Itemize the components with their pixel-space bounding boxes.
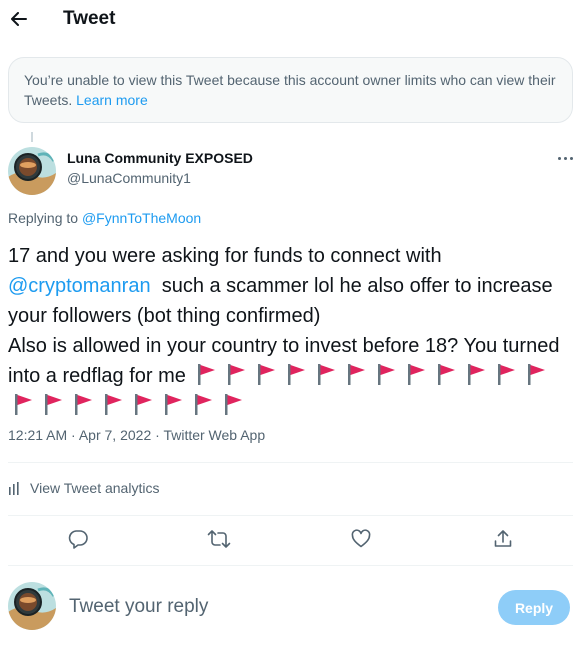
red-flag-icon [225, 394, 242, 415]
author-avatar[interactable] [8, 147, 56, 195]
red-flag-icon [105, 394, 122, 415]
red-flag-icon [15, 394, 32, 415]
reply-icon [68, 530, 88, 549]
reply-submit-button[interactable]: Reply [498, 590, 570, 625]
more-options-button[interactable] [553, 148, 577, 168]
red-flag-icon [228, 364, 246, 385]
red-flag-icon [528, 364, 546, 385]
red-flag-icon [378, 364, 396, 385]
red-flag-icon [498, 364, 516, 385]
replying-to: Replying to @FynnToTheMoon [8, 210, 202, 226]
red-flag-icon [165, 394, 182, 415]
like-button[interactable] [348, 526, 374, 552]
tweet-time[interactable]: 12:21 AM [8, 427, 67, 443]
red-flag-icon [318, 364, 336, 385]
divider [8, 462, 573, 463]
red-flag-icon [198, 364, 216, 385]
reply-button[interactable] [65, 526, 91, 552]
red-flag-icon [408, 364, 426, 385]
tweet-source[interactable]: Twitter Web App [163, 427, 265, 443]
mention-link[interactable]: @cryptomanran [8, 275, 151, 297]
author-name[interactable]: Luna Community EXPOSED [67, 150, 253, 166]
back-button[interactable] [8, 6, 30, 32]
learn-more-link[interactable]: Learn more [76, 92, 148, 108]
page-title: Tweet [63, 8, 116, 29]
retweet-button[interactable] [206, 526, 232, 552]
user-avatar[interactable] [8, 582, 56, 630]
red-flag-icon [288, 364, 306, 385]
tweet-actions [0, 526, 587, 554]
red-flag-icon [135, 394, 152, 415]
share-button[interactable] [490, 526, 516, 552]
red-flag-icon [75, 394, 92, 415]
more-dots-icon [557, 156, 561, 160]
red-flag-icon [195, 394, 212, 415]
arrow-left-icon [11, 12, 27, 26]
red-flag-icon [348, 364, 366, 385]
thread-connector [31, 132, 33, 142]
red-flag-icon [438, 364, 456, 385]
replying-to-mention[interactable]: @FynnToTheMoon [82, 210, 201, 226]
red-flag-icon [468, 364, 486, 385]
divider [8, 565, 573, 566]
tweet-date[interactable]: Apr 7, 2022 [79, 427, 151, 443]
divider [8, 515, 573, 516]
analytics-icon [9, 482, 19, 495]
tweet-metadata: 12:21 AM · Apr 7, 2022 · Twitter Web App [8, 427, 266, 443]
top-bar: Tweet [0, 0, 587, 40]
tweet-text: 17 and you were asking for funds to conn… [8, 241, 579, 421]
view-analytics-link[interactable]: View Tweet analytics [8, 480, 159, 496]
reply-input[interactable] [69, 596, 469, 618]
author-handle[interactable]: @LunaCommunity1 [67, 170, 191, 186]
share-icon [494, 530, 512, 547]
retweet-icon [207, 530, 231, 548]
like-icon [351, 529, 371, 548]
red-flag-icon [45, 394, 62, 415]
red-flag-icon [258, 364, 276, 385]
restricted-tweet-notice: You’re unable to view this Tweet because… [8, 57, 573, 123]
